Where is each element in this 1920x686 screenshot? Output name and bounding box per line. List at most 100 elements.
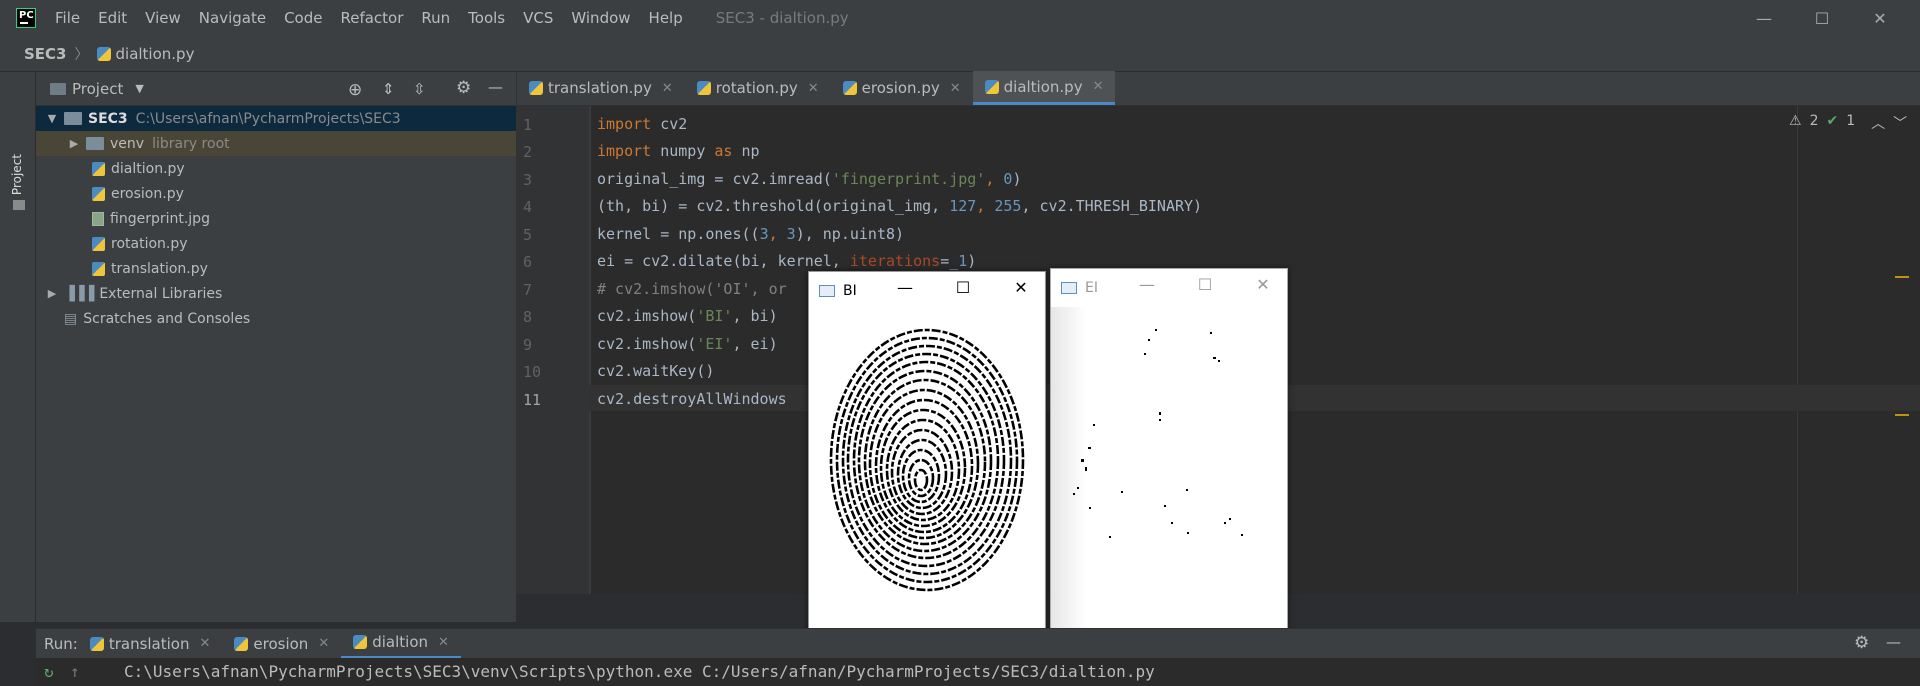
code-line[interactable]: original_img = cv2.imread('fingerprint.j… — [597, 170, 1021, 188]
code-line[interactable]: ei = cv2.dilate(bi, kernel, iterations=_… — [597, 252, 976, 270]
rerun-icon[interactable]: ↻ — [44, 658, 54, 686]
code-line[interactable]: cv2.destroyAllWindows — [597, 390, 787, 408]
run-console[interactable]: ↻ ↑ C:\Users\afnan\PycharmProjects\SEC3\… — [36, 658, 1920, 686]
tree-item-file[interactable]: translation.py — [36, 256, 516, 281]
tree-item-file[interactable]: dialtion.py — [36, 156, 516, 181]
run-tab-dialtion[interactable]: dialtion ✕ — [341, 628, 461, 659]
collapse-all-icon[interactable]: ⇳ — [413, 80, 426, 98]
close-tab-icon[interactable]: ✕ — [199, 636, 210, 651]
code-token: (th, bi) = cv2.threshold(original_img, — [597, 197, 950, 215]
code-line[interactable]: cv2.imshow('EI', ei) — [597, 335, 778, 353]
code-token: numpy — [651, 142, 715, 160]
python-file-icon — [529, 81, 543, 95]
tree-item-scratches[interactable]: ▤ Scratches and Consoles — [36, 306, 516, 331]
close-tab-icon[interactable]: ✕ — [662, 81, 673, 96]
code-line[interactable]: import cv2 — [597, 115, 687, 133]
expand-all-icon[interactable]: ⇕ — [382, 80, 395, 98]
line-number: 7 — [523, 281, 533, 299]
menu-navigate[interactable]: Navigate — [190, 0, 275, 36]
tree-item-file[interactable]: fingerprint.jpg — [36, 206, 516, 231]
eroded-image — [1051, 307, 1287, 637]
breadcrumb-separator-icon: 〉 — [74, 46, 89, 63]
warning-stripe[interactable] — [1895, 414, 1909, 416]
hide-icon[interactable]: — — [1886, 633, 1901, 651]
close-button[interactable]: ✕ — [1852, 0, 1908, 36]
tree-venv-label: venv — [110, 135, 145, 152]
folder-icon — [64, 112, 82, 125]
close-tab-icon[interactable]: ✕ — [318, 636, 329, 651]
run-tab-label: dialtion — [372, 633, 428, 651]
maximize-button[interactable]: ☐ — [1794, 0, 1850, 36]
run-tab-erosion[interactable]: erosion ✕ — [222, 629, 341, 659]
menu-window[interactable]: Window — [562, 0, 639, 36]
fingerprint-image — [829, 328, 1025, 592]
menu-refactor[interactable]: Refactor — [331, 0, 412, 36]
minimize-button[interactable]: — — [1736, 0, 1792, 36]
maximize-icon[interactable]: ☐ — [1185, 275, 1225, 294]
line-number: 3 — [523, 171, 533, 189]
tab-rotation[interactable]: rotation.py ✕ — [685, 71, 831, 105]
code-line[interactable]: cv2.imshow('BI', bi) — [597, 307, 778, 325]
tab-dialtion[interactable]: dialtion.py ✕ — [972, 71, 1116, 105]
minimize-icon[interactable]: — — [1127, 275, 1167, 294]
menu-help[interactable]: Help — [640, 0, 692, 36]
tab-translation[interactable]: translation.py ✕ — [517, 71, 685, 105]
gear-icon[interactable]: ⚙ — [1854, 633, 1869, 653]
tree-item-sec3[interactable]: ▼ SEC3 C:\Users\afnan\PycharmProjects\SE… — [36, 106, 516, 131]
arrow-up-icon[interactable]: ↑ — [70, 658, 80, 686]
close-icon[interactable]: ✕ — [1001, 278, 1041, 297]
chevron-down-icon[interactable]: ﹀ — [1893, 113, 1907, 133]
maximize-icon[interactable]: ☐ — [943, 278, 983, 297]
breadcrumb-file[interactable]: dialtion.py — [116, 45, 195, 63]
opencv-window-ei[interactable]: EI — ☐ ✕ — [1050, 268, 1288, 638]
menu-vcs[interactable]: VCS — [514, 0, 562, 36]
code-token: , ei) — [732, 335, 778, 353]
code-token: import — [597, 115, 652, 133]
menu-view[interactable]: View — [136, 0, 190, 36]
tree-item-file[interactable]: erosion.py — [36, 181, 516, 206]
run-tab-translation[interactable]: translation ✕ — [78, 629, 223, 659]
tab-erosion[interactable]: erosion.py ✕ — [831, 71, 973, 105]
tab-label: rotation.py — [715, 79, 798, 97]
python-file-icon — [92, 161, 105, 176]
gear-icon[interactable]: ⚙ — [456, 78, 471, 98]
minimize-icon[interactable]: — — [885, 278, 925, 297]
close-tab-icon[interactable]: ✕ — [808, 81, 819, 96]
code-line[interactable]: cv2.waitKey() — [597, 362, 714, 380]
chevron-down-icon[interactable]: ▼ — [135, 82, 143, 95]
warning-stripe[interactable] — [1895, 276, 1909, 278]
hide-icon[interactable]: — — [488, 78, 503, 96]
inspection-widget[interactable]: ⚠ 2 ✔ 1 ︿ ﹀ — [1789, 113, 1907, 133]
project-icon — [50, 82, 66, 95]
project-panel-title[interactable]: Project — [72, 80, 123, 98]
code-token: 'BI' — [696, 307, 733, 325]
menu-tools[interactable]: Tools — [459, 0, 514, 36]
window-app-icon — [1061, 282, 1077, 294]
menu-code[interactable]: Code — [275, 0, 331, 36]
console-output-line: C:\Users\afnan\PycharmProjects\SEC3\venv… — [124, 662, 1155, 681]
project-panel-header: Project ▼ ⊕ ⇕ ⇳ ⚙ — — [36, 72, 516, 106]
chevron-up-icon[interactable]: ︿ — [1871, 113, 1885, 133]
menu-run[interactable]: Run — [412, 0, 459, 36]
close-tab-icon[interactable]: ✕ — [1093, 79, 1104, 94]
tree-item-file[interactable]: rotation.py — [36, 231, 516, 256]
tab-label: dialtion.py — [1003, 77, 1083, 96]
code-line[interactable]: (th, bi) = cv2.threshold(original_img, 1… — [597, 197, 1202, 215]
code-line[interactable]: # cv2.imshow('OI', or — [597, 280, 787, 298]
locate-icon[interactable]: ⊕ — [348, 80, 362, 100]
code-line[interactable]: import numpy as np — [597, 142, 760, 160]
tree-item-venv[interactable]: ▶ venv library root — [36, 131, 516, 156]
menu-file[interactable]: File — [46, 0, 89, 36]
tree-item-external-libraries[interactable]: ▶ ▐▐▐ External Libraries — [36, 281, 516, 306]
opencv-window-bi[interactable]: BI — ☐ ✕ — [808, 271, 1046, 641]
close-icon[interactable]: ✕ — [1243, 275, 1283, 294]
breadcrumb-project[interactable]: SEC3 — [24, 45, 67, 63]
folder-icon — [13, 200, 25, 210]
project-tool-tab[interactable]: Project — [10, 154, 24, 195]
menu-edit[interactable]: Edit — [89, 0, 136, 36]
code-line[interactable]: kernel = np.ones((3, 3), np.uint8) — [597, 225, 904, 243]
line-number: 8 — [523, 308, 533, 326]
close-tab-icon[interactable]: ✕ — [950, 81, 961, 96]
close-tab-icon[interactable]: ✕ — [438, 635, 449, 650]
run-tab-label: erosion — [253, 634, 309, 653]
